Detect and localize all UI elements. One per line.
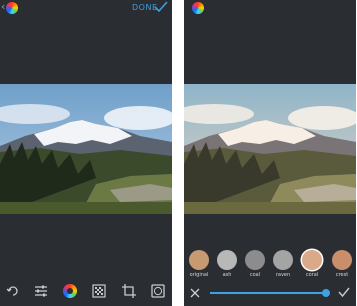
editor-top-bar: ‹ DONE [0, 0, 172, 18]
grain-icon[interactable] [92, 284, 106, 298]
filter-label: raven [275, 272, 291, 278]
crop-icon[interactable] [122, 284, 136, 298]
filter-label: coral [305, 272, 319, 278]
filter-ash[interactable]: ash [215, 250, 239, 280]
filter-coal[interactable]: coal [243, 250, 267, 280]
color-wheel-icon[interactable] [6, 2, 18, 14]
editor-screen: ‹ DONE [0, 0, 172, 306]
filter-thumbnail [245, 250, 265, 270]
filter-raven[interactable]: raven [271, 250, 295, 280]
filter-bottom-bar [184, 282, 356, 306]
apply-check-icon[interactable] [338, 287, 350, 298]
close-icon[interactable] [190, 288, 200, 298]
filter-thumbnail [217, 250, 237, 270]
filter-thumbnail [189, 250, 209, 270]
filter-screen: original ash coal raven coral crest [184, 0, 356, 306]
color-wheel-icon[interactable] [192, 2, 204, 14]
filter-strip: original ash coal raven coral crest [184, 248, 356, 280]
photo-preview-filtered [184, 84, 356, 214]
rotate-icon[interactable] [6, 284, 20, 298]
photo-preview [0, 84, 172, 214]
filter-label: crest [335, 272, 349, 278]
intensity-slider[interactable] [210, 289, 331, 297]
back-icon[interactable]: ‹ [1, 1, 5, 13]
filter-thumbnail [332, 250, 352, 270]
vignette-icon[interactable] [151, 284, 165, 298]
check-icon[interactable] [154, 1, 168, 13]
color-wheel-icon[interactable] [63, 284, 77, 298]
filter-thumbnail [302, 250, 322, 270]
editor-toolbar [0, 276, 172, 306]
filter-coral[interactable]: coral [300, 250, 324, 280]
adjust-icon[interactable] [34, 284, 48, 298]
filter-original[interactable]: original [187, 250, 211, 280]
filter-thumbnail [273, 250, 293, 270]
filter-top-bar [184, 0, 356, 18]
filter-crest[interactable]: crest [330, 250, 354, 280]
slider-thumb[interactable] [322, 289, 331, 297]
slider-fill [210, 292, 327, 294]
